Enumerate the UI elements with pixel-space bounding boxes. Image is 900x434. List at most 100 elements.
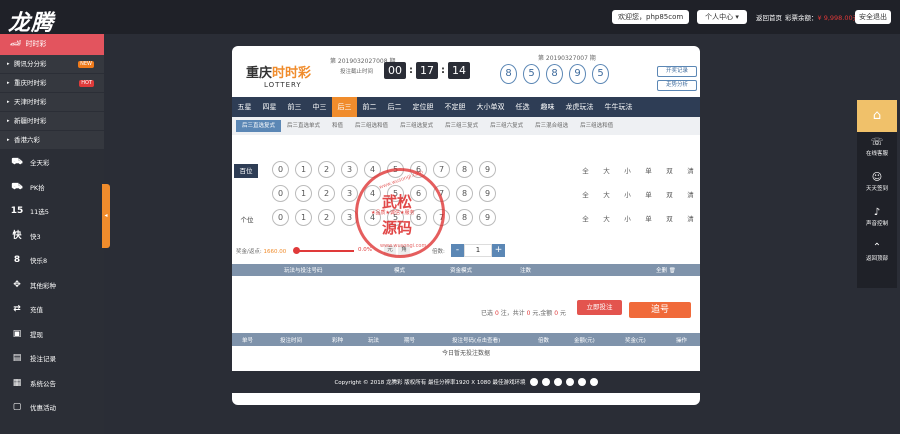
subtab-item[interactable]: 后三直选复式 [236, 120, 282, 132]
sidebar-item-records[interactable]: ▤ 投注记录 [0, 346, 104, 371]
sound-control-button[interactable]: ♪ 声音控制 [857, 202, 897, 237]
instant-bet-button[interactable]: 立即投注 [577, 300, 622, 315]
tab-item[interactable]: 前三 [282, 97, 307, 117]
tab-item[interactable]: 前二 [357, 97, 382, 117]
tab-item[interactable]: 四星 [257, 97, 282, 117]
trend-button[interactable]: 走势分析 [657, 80, 697, 91]
number-ball[interactable]: 7 [433, 161, 450, 178]
sidebar-item-notice[interactable]: ▦ 系统公告 [0, 371, 104, 396]
number-ball[interactable]: 8 [456, 209, 473, 226]
daily-checkin-button[interactable]: ☺ 天天签到 [857, 167, 897, 202]
tab-item[interactable]: 定位胆 [407, 97, 439, 117]
quick-select-button[interactable]: 大 [602, 189, 611, 199]
back-to-top-button[interactable]: ⌃ 返回顶部 [857, 237, 897, 272]
sidebar-item-pk10[interactable]: ⛟ PK拾 [0, 175, 104, 200]
sidebar-item-kl8[interactable]: 8 快乐8 [0, 248, 104, 273]
sidebar-sub-item[interactable]: ▸ 新疆时时彩 [0, 112, 104, 131]
col-header: 注数 [520, 268, 532, 274]
sidebar-item-k3[interactable]: 快快3 [0, 224, 104, 249]
home-icon[interactable]: ⌂ [857, 100, 897, 132]
quick-select-button[interactable]: 全 [581, 165, 590, 175]
rebate-slider[interactable] [293, 247, 354, 254]
tab-item[interactable]: 中三 [307, 97, 332, 117]
row-label: 个位 [240, 216, 254, 224]
sidebar-collapse-toggle[interactable]: ◂ [102, 184, 110, 248]
number-ball[interactable]: 8 [456, 185, 473, 202]
increment-button[interactable]: + [492, 244, 505, 257]
number-ball[interactable]: 2 [318, 185, 335, 202]
quick-select-button[interactable]: 小 [623, 165, 632, 175]
number-ball[interactable]: 1 [295, 185, 312, 202]
number-ball[interactable]: 9 [479, 209, 496, 226]
number-ball[interactable]: 3 [341, 161, 358, 178]
welcome-badge[interactable]: 欢迎您，php85com [612, 10, 690, 24]
sidebar-item-11x5[interactable]: 15 11选5 [0, 199, 104, 224]
subtab-item[interactable]: 后三组选和值 [349, 120, 394, 132]
subtab-item[interactable]: 后三直选单式 [281, 120, 326, 132]
quick-select-button[interactable]: 单 [644, 213, 653, 223]
logo[interactable]: 龙腾 [8, 5, 54, 37]
logout-button[interactable]: 安全退出 [855, 10, 891, 24]
tab-item[interactable]: 牛牛玩法 [599, 97, 638, 117]
quick-select-button[interactable]: 单 [644, 189, 653, 199]
number-ball[interactable]: 9 [479, 185, 496, 202]
tab-item[interactable]: 龙虎玩法 [560, 97, 599, 117]
quick-select-button[interactable]: 清 [686, 213, 695, 223]
sidebar-sub-item[interactable]: ▸ 天津时时彩 [0, 93, 104, 112]
quick-select-button[interactable]: 全 [581, 213, 590, 223]
sidebar-item-promo[interactable]: ▢ 优惠活动 [0, 395, 104, 420]
quick-select-button[interactable]: 双 [665, 189, 674, 199]
user-center-button[interactable]: 个人中心 ▾ [697, 10, 747, 24]
quick-select-button[interactable]: 双 [665, 213, 674, 223]
multiplier-label: 倍数: [432, 249, 445, 255]
delete-all-button[interactable]: 全删 🗑 [656, 266, 676, 274]
sidebar-item-other[interactable]: ✥ 其他彩种 [0, 273, 104, 298]
subtab-item[interactable]: 后三组三复式 [439, 120, 484, 132]
sidebar-item-ssc[interactable]: 🏎 时时彩 [0, 34, 104, 55]
number-ball[interactable]: 0 [272, 161, 289, 178]
tab-item[interactable]: 趣味 [535, 97, 560, 117]
quick-select-button[interactable]: 清 [686, 189, 695, 199]
sidebar-sub-item[interactable]: ▸ 香港六彩 [0, 131, 104, 150]
quick-select-button[interactable]: 双 [665, 165, 674, 175]
quick-select-button[interactable]: 清 [686, 165, 695, 175]
number-ball[interactable]: 8 [456, 161, 473, 178]
open-record-button[interactable]: 开奖记录 [657, 66, 697, 77]
subtab-item[interactable]: 和值 [326, 120, 349, 132]
tab-item[interactable]: 大小单双 [471, 97, 510, 117]
tab-item[interactable]: 后二 [382, 97, 407, 117]
quick-select-button[interactable]: 小 [623, 189, 632, 199]
decrement-button[interactable]: - [451, 244, 464, 257]
subtab-item[interactable]: 后三组选和值 [574, 120, 619, 132]
tab-item[interactable]: 不定胆 [439, 97, 471, 117]
quick-select-button[interactable]: 小 [623, 213, 632, 223]
quick-select-button[interactable]: 大 [602, 213, 611, 223]
multiplier-input[interactable]: 1 [464, 244, 492, 257]
sidebar-sub-item[interactable]: ▸ 腾讯分分彩 NEW [0, 55, 104, 74]
subtab-item[interactable]: 后三混合组选 [529, 120, 574, 132]
number-ball[interactable]: 9 [479, 161, 496, 178]
tab-item[interactable]: 任选 [510, 97, 535, 117]
number-ball[interactable]: 0 [272, 209, 289, 226]
chase-button[interactable]: 追号 [629, 302, 691, 318]
subtab-item[interactable]: 后三组选复式 [394, 120, 439, 132]
online-service-button[interactable]: ☏ 在线客服 [857, 132, 897, 167]
subtab-item[interactable]: 后三组六复式 [484, 120, 529, 132]
number-ball[interactable]: 2 [318, 209, 335, 226]
slider-knob[interactable] [293, 247, 300, 254]
sidebar-item-recharge[interactable]: ⇄ 充值 [0, 297, 104, 322]
quick-select-button[interactable]: 单 [644, 165, 653, 175]
tab-item[interactable]: 五星 [232, 97, 257, 117]
home-link[interactable]: 返回首页 [756, 12, 782, 22]
quick-select-button[interactable]: 全 [581, 189, 590, 199]
quick-select-button[interactable]: 大 [602, 165, 611, 175]
sidebar-item-qtc[interactable]: ⛟ 全天彩 [0, 150, 104, 175]
number-ball[interactable]: 1 [295, 209, 312, 226]
sidebar-sub-item[interactable]: ▸ 重庆时时彩 HOT [0, 74, 104, 93]
number-ball[interactable]: 0 [272, 185, 289, 202]
number-ball[interactable]: 3 [341, 185, 358, 202]
number-ball[interactable]: 2 [318, 161, 335, 178]
number-ball[interactable]: 1 [295, 161, 312, 178]
tab-item[interactable]: 后三 [332, 97, 357, 117]
sidebar-item-withdraw[interactable]: ▣ 提现 [0, 322, 104, 347]
